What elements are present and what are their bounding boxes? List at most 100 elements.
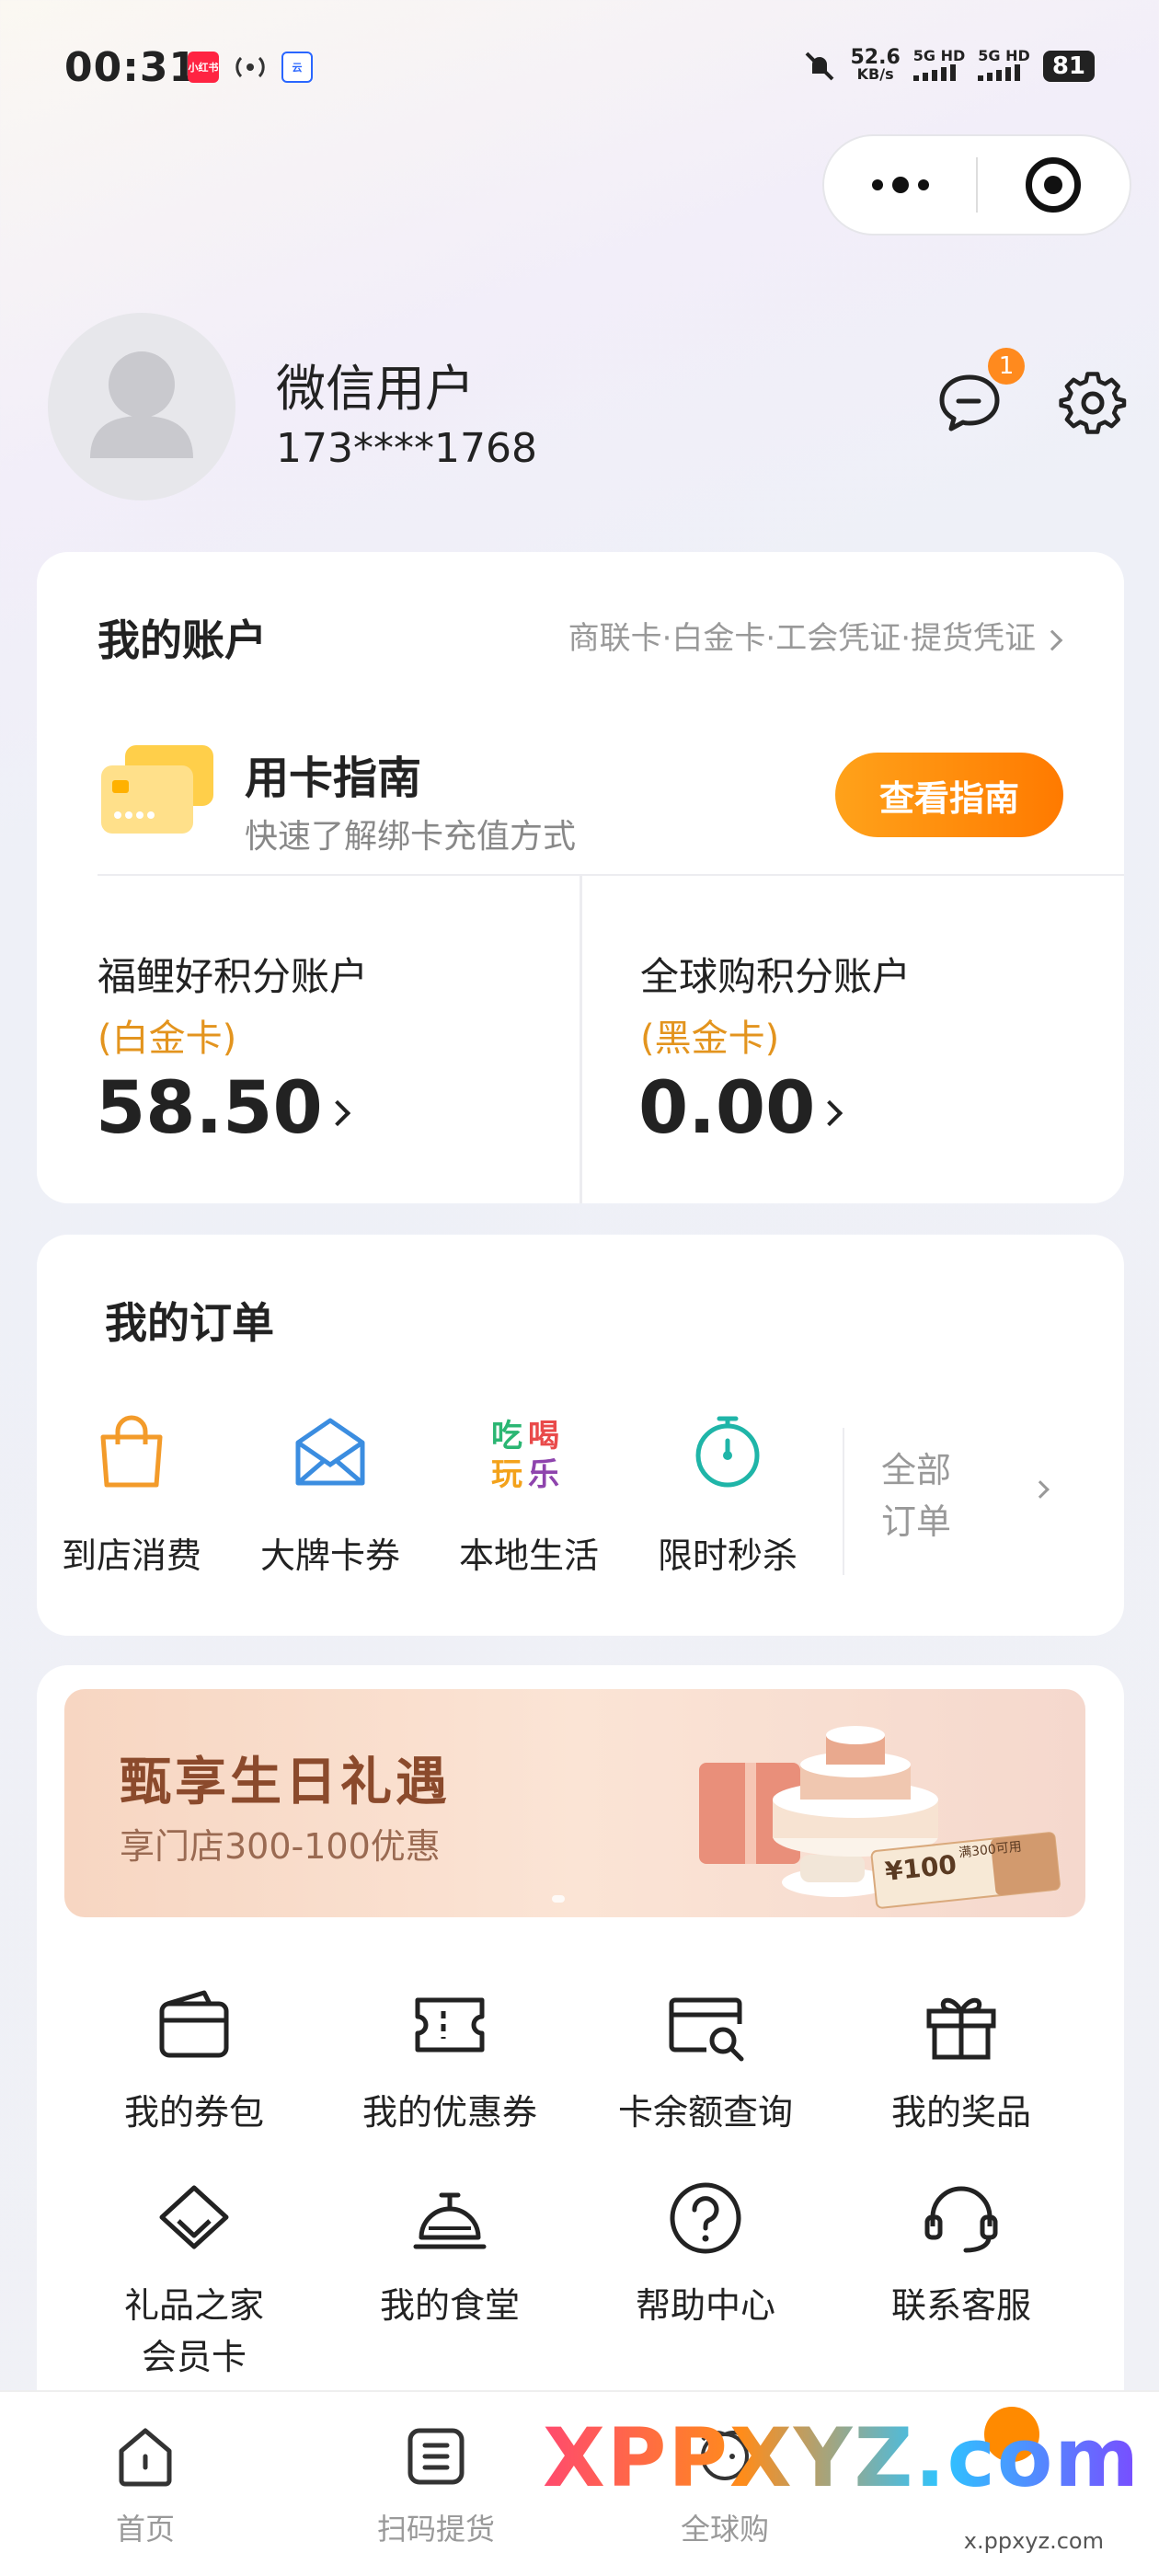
service-label: 我的食堂	[379, 2285, 520, 2326]
signal-2: 5G HD	[978, 48, 1030, 85]
divider	[580, 876, 582, 1203]
net-speed: 52.6 KB/s	[850, 46, 901, 83]
service-label-line: 会员卡	[141, 2337, 247, 2377]
broadcast-icon	[235, 56, 265, 78]
miniprogram-capsule	[822, 134, 1131, 236]
user-silhouette-icon	[90, 351, 193, 458]
order-brand-coupons[interactable]: 大牌卡券	[234, 1409, 427, 1578]
points-tier: (白金卡)	[98, 1018, 237, 1060]
cards-link-label: 商联卡·白金卡·工会凭证·提货凭证	[568, 620, 1036, 657]
service-voucher-wallet[interactable]: 我的券包	[88, 1984, 300, 2138]
points-value-wrap: 58.50	[96, 1067, 350, 1150]
order-label: 本地生活	[458, 1535, 599, 1576]
chevron-right-icon	[1031, 1480, 1050, 1499]
service-canteen[interactable]: 我的食堂	[344, 2177, 556, 2331]
order-flash-sale[interactable]: 限时秒杀	[631, 1409, 824, 1578]
wallet-icon	[159, 1990, 229, 2058]
service-label: 我的奖品	[890, 2092, 1031, 2133]
orders-card: 我的订单 到店消费 大牌卡券 吃 喝 玩 乐 本地生活 限时秒杀 全部 订单	[37, 1235, 1124, 1636]
guide-title: 用卡指南	[245, 753, 422, 804]
cards-link[interactable]: 商联卡·白金卡·工会凭证·提货凭证	[568, 613, 1063, 658]
service-label: 我的优惠券	[361, 2092, 537, 2133]
signal-1: 5G HD	[912, 48, 965, 85]
points-name: 全球购积分账户	[640, 954, 912, 999]
service-label: 礼品之家 会员卡	[88, 2280, 300, 2383]
cloud-app-icon: 云	[281, 52, 313, 83]
scan-icon	[407, 2428, 465, 2485]
service-coupons[interactable]: 我的优惠券	[344, 1984, 556, 2138]
close-miniprogram-button[interactable]	[978, 157, 1130, 213]
card-guide-icon	[101, 745, 213, 834]
envelope-icon	[295, 1418, 365, 1486]
service-help-center[interactable]: 帮助中心	[600, 2177, 811, 2331]
home-icon	[119, 2428, 172, 2487]
eat-drink-play-icon: 吃 喝 玩 乐	[491, 1418, 559, 1493]
banner-title: 甄享生日礼遇	[120, 1753, 451, 1812]
help-icon	[670, 2182, 741, 2254]
birthday-banner[interactable]: 甄享生日礼遇 享门店300-100优惠 ¥100 满300可用	[64, 1689, 1085, 1917]
service-prizes[interactable]: 我的奖品	[855, 1984, 1067, 2138]
points-tier: (黑金卡)	[640, 1018, 780, 1060]
order-label: 到店消费	[61, 1535, 201, 1576]
gear-icon[interactable]	[1058, 370, 1128, 440]
birthday-cake-illustration	[699, 1726, 1061, 1909]
points-name: 福鲤好积分账户	[98, 954, 369, 999]
tab-label: 全球购	[680, 2512, 769, 2547]
service-gift-home-card[interactable]: 礼品之家 会员卡	[88, 2177, 300, 2383]
account-title: 我的账户	[98, 615, 267, 665]
svg-text:乐: 乐	[528, 1456, 559, 1492]
guide-subtitle: 快速了解绑卡充值方式	[245, 818, 577, 856]
ticket-icon	[415, 1997, 485, 2053]
signal-bars-icon	[978, 64, 1021, 81]
service-label: 我的券包	[123, 2092, 264, 2133]
service-label: 卡余额查询	[617, 2092, 793, 2133]
diamond-icon	[159, 2185, 229, 2249]
view-guide-button[interactable]: 查看指南	[835, 753, 1063, 837]
dot-icon	[871, 179, 883, 190]
watermark-logo: XPPXYZ.com	[543, 2410, 1141, 2505]
message-badge: 1	[988, 348, 1025, 385]
points-value-wrap: 0.00	[638, 1067, 843, 1150]
tab-home[interactable]: 首页	[53, 2420, 237, 2548]
dot-icon	[917, 179, 929, 190]
user-phone: 173****1768	[276, 425, 537, 472]
account-card: 我的账户 商联卡·白金卡·工会凭证·提货凭证 用卡指南 快速了解绑卡充值方式 查…	[37, 552, 1124, 1203]
service-contact-support[interactable]: 联系客服	[855, 2177, 1067, 2331]
gift-icon	[926, 1997, 996, 2060]
tab-label: 扫码提货	[376, 2512, 495, 2547]
headset-icon	[924, 2186, 998, 2253]
service-label-line: 礼品之家	[123, 2285, 264, 2326]
all-orders-label: 订单	[881, 1501, 952, 1542]
all-orders-link[interactable]: 全部 订单	[881, 1444, 1050, 1547]
cloche-icon	[413, 2192, 487, 2249]
all-orders-label: 全部	[881, 1450, 952, 1490]
points-value: 0.00	[638, 1067, 816, 1150]
svg-text:玩: 玩	[491, 1456, 522, 1492]
stopwatch-icon	[695, 1416, 760, 1488]
divider	[843, 1428, 844, 1575]
status-right: 52.6 KB/s 5G HD 5G HD 81	[801, 46, 1095, 85]
orders-title: 我的订单	[105, 1298, 274, 1348]
divider	[98, 874, 1124, 876]
order-label: 大牌卡券	[259, 1535, 400, 1576]
svg-text:吃: 吃	[491, 1418, 522, 1455]
target-icon	[1026, 157, 1082, 213]
battery-level: 81	[1042, 51, 1095, 82]
carousel-dot	[552, 1895, 565, 1903]
service-balance-query[interactable]: 卡余额查询	[600, 1984, 811, 2138]
service-label: 帮助中心	[635, 2285, 775, 2326]
order-in-store[interactable]: 到店消费	[35, 1409, 228, 1578]
dot-icon	[891, 177, 909, 193]
user-name: 微信用户	[276, 360, 475, 418]
tab-label: 首页	[115, 2512, 175, 2547]
service-label: 联系客服	[890, 2285, 1031, 2326]
chevron-right-icon	[324, 1099, 350, 1126]
more-menu-button[interactable]	[824, 177, 976, 193]
order-local-life[interactable]: 吃 喝 玩 乐 本地生活	[432, 1409, 625, 1578]
avatar[interactable]	[48, 313, 235, 500]
signal-bars-icon	[912, 64, 956, 81]
points-value: 58.50	[96, 1067, 323, 1150]
card-search-icon	[669, 1997, 744, 2062]
chevron-right-icon	[1041, 629, 1063, 650]
tab-scan-pickup[interactable]: 扫码提货	[344, 2420, 528, 2548]
